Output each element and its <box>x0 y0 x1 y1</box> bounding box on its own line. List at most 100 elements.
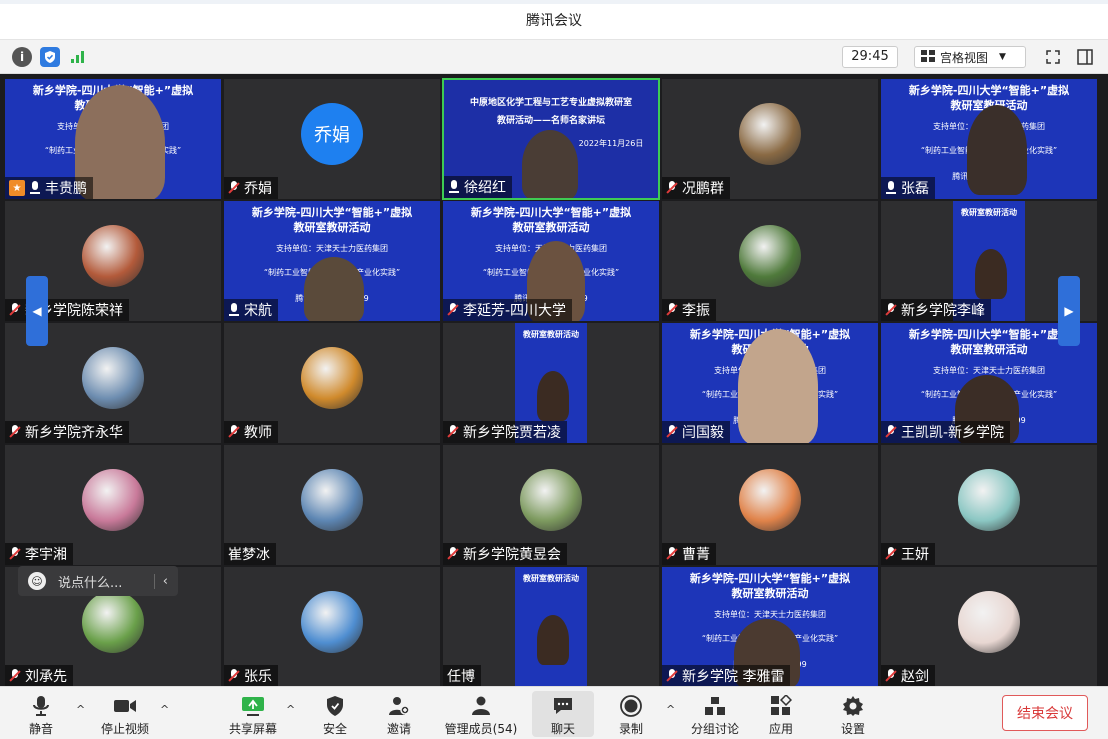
participant-tile[interactable]: 新乡学院黄昱会 <box>442 444 660 566</box>
participant-tile[interactable]: 赵剑 <box>880 566 1098 688</box>
participant-tile[interactable]: 况鹏群 <box>661 78 879 200</box>
video-camera-icon <box>113 695 137 717</box>
end-meeting-button[interactable]: 结束会议 <box>1002 695 1088 731</box>
record-icon <box>619 695 643 717</box>
participant-name-bar: 新乡学院黄昱会 <box>443 543 567 565</box>
participant-name: 教师 <box>244 425 272 441</box>
mute-options-icon[interactable]: ^ <box>76 703 85 716</box>
members-label: 管理成员(54) <box>444 722 518 736</box>
participant-tile[interactable]: 中原地区化学工程与工艺专业虚拟教研室 教研活动——名师名家讲坛 2022年11月26… <box>442 78 660 200</box>
participant-tile[interactable]: 教研室教研活动 任博 <box>442 566 660 688</box>
participant-tile[interactable]: 张乐 <box>223 566 441 688</box>
apps-button[interactable]: 应用 <box>746 691 816 737</box>
participant-tile[interactable]: 新乡学院-四川大学“智能+”虚拟教研室教研活动支持单位：天津天士力医药集团“制药… <box>442 200 660 322</box>
participant-video <box>975 249 1007 299</box>
breakout-icon <box>703 695 727 717</box>
participant-video <box>738 329 818 443</box>
window-title: 腾讯会议 <box>526 13 582 29</box>
video-options-icon[interactable]: ^ <box>160 703 169 716</box>
participant-name: 新乡学院贾若凌 <box>463 425 561 441</box>
participant-tile[interactable]: 新乡学院-四川大学“智能+”虚拟教研室教研活动支持单位：天津天士力医药集团“制药… <box>661 566 879 688</box>
participant-name-bar: 新乡学院李峰 <box>881 299 991 321</box>
record-options-icon[interactable]: ^ <box>666 703 675 716</box>
chevron-down-icon: ▼ <box>999 52 1006 62</box>
signal-icon[interactable] <box>68 47 88 67</box>
mic-muted-icon <box>447 303 459 317</box>
slide-title-text: 教研室教研活动 <box>523 574 579 583</box>
participant-tile[interactable]: 曹菁 <box>661 444 879 566</box>
collapse-chat-icon[interactable]: ‹ <box>153 573 168 589</box>
mic-muted-icon <box>9 669 21 683</box>
mic-muted-icon <box>885 425 897 439</box>
share-screen-button[interactable]: 共享屏幕 <box>218 691 288 737</box>
chat-label: 聊天 <box>550 722 575 736</box>
avatar <box>520 469 582 531</box>
apps-icon <box>769 695 793 717</box>
invite-label: 邀请 <box>386 722 411 736</box>
stop-video-button[interactable]: 停止视频 <box>90 691 160 737</box>
participant-name: 况鹏群 <box>682 181 724 197</box>
slide-title-text: 新乡学院-四川大学“智能+”虚拟 <box>470 206 632 219</box>
participant-name-bar: 李振 <box>662 299 716 321</box>
fullscreen-icon[interactable] <box>1042 46 1064 68</box>
participant-name: 王妍 <box>901 547 929 563</box>
mic-muted-icon <box>9 547 21 561</box>
security-label: 安全 <box>322 722 347 736</box>
participant-tile[interactable]: 崔梦冰 <box>223 444 441 566</box>
participant-tile[interactable]: 李宇湘 <box>4 444 222 566</box>
participant-name-bar: 张乐 <box>224 665 278 687</box>
participant-tile[interactable]: 李振 <box>661 200 879 322</box>
mic-muted-icon <box>885 669 897 683</box>
participant-name-bar: 新乡学院陈荣祥 <box>5 299 129 321</box>
participant-tile[interactable]: 新乡学院-四川大学“智能+”虚拟教研室教研活动支持单位：天津天士力医药集团“制药… <box>223 200 441 322</box>
participant-name-bar: 新乡学院齐永华 <box>5 421 129 443</box>
breakout-button[interactable]: 分组讨论 <box>680 691 750 737</box>
slide-title-text: 教研室教研活动 <box>523 330 579 339</box>
mute-button[interactable]: 静音 <box>6 691 76 737</box>
mic-muted-icon <box>9 303 21 317</box>
chat-bubble-icon <box>551 695 575 717</box>
security-shield-icon <box>323 695 347 717</box>
manage-members-button[interactable]: 管理成员(54) <box>438 691 524 737</box>
participant-name: 徐绍红 <box>464 180 506 196</box>
emoji-icon[interactable]: ☺ <box>28 572 46 590</box>
participant-video <box>967 105 1027 195</box>
participant-name: 丰贵鹏 <box>45 181 87 197</box>
participant-tile[interactable]: 新乡学院-四川大学“智能+”虚拟教研室教研活动支持单位：天津天士力医药集团“制药… <box>661 322 879 444</box>
invite-button[interactable]: 邀请 <box>364 691 434 737</box>
record-button[interactable]: 录制 <box>596 691 666 737</box>
participant-name-bar: 新乡学院 李雅雷 <box>662 665 791 687</box>
chat-button[interactable]: 聊天 <box>532 691 594 737</box>
participant-tile[interactable]: 王妍 <box>880 444 1098 566</box>
gear-icon <box>841 695 865 717</box>
share-options-icon[interactable]: ^ <box>286 703 295 716</box>
participant-name: 乔娟 <box>244 181 272 197</box>
next-page-button[interactable]: ▶ <box>1058 276 1080 346</box>
prev-page-button[interactable]: ◀ <box>26 276 48 346</box>
chat-quick-input[interactable]: ☺ 说点什么... ‹ <box>18 566 178 596</box>
participant-tile[interactable]: 教研室教研活动新乡学院贾若凌 <box>442 322 660 444</box>
info-icon[interactable]: i <box>12 47 32 67</box>
avatar <box>82 469 144 531</box>
participant-video <box>304 257 364 321</box>
participant-tile[interactable]: 新乡学院-四川大学“智能+”虚拟教研室教研活动支持单位：天津天士力医药集团“制药… <box>880 78 1098 200</box>
host-icon: ★ <box>9 180 25 196</box>
participant-tile[interactable]: 乔娟 乔娟 <box>223 78 441 200</box>
participant-tile[interactable]: 新乡学院-四川大学“智能+”虚拟教研室教研活动支持单位：天津天士力医药集团“制药… <box>4 78 222 200</box>
participant-tile[interactable]: 教师 <box>223 322 441 444</box>
avatar-initials: 乔娟 <box>314 125 350 146</box>
settings-button[interactable]: 设置 <box>818 691 888 737</box>
security-button[interactable]: 安全 <box>300 691 370 737</box>
shield-icon[interactable] <box>40 47 60 67</box>
view-mode-dropdown[interactable]: 宫格视图 ▼ <box>914 46 1026 68</box>
avatar <box>958 591 1020 653</box>
participant-name: 李振 <box>682 303 710 319</box>
sidebar-toggle-icon[interactable] <box>1074 46 1096 68</box>
avatar <box>739 103 801 165</box>
share-screen-label: 共享屏幕 <box>228 722 277 736</box>
chevron-left-icon: ◀ <box>32 304 42 318</box>
mic-muted-icon <box>666 303 678 317</box>
participant-name: 张磊 <box>901 181 929 197</box>
mic-muted-icon <box>885 303 897 317</box>
mic-muted-icon <box>228 669 240 683</box>
